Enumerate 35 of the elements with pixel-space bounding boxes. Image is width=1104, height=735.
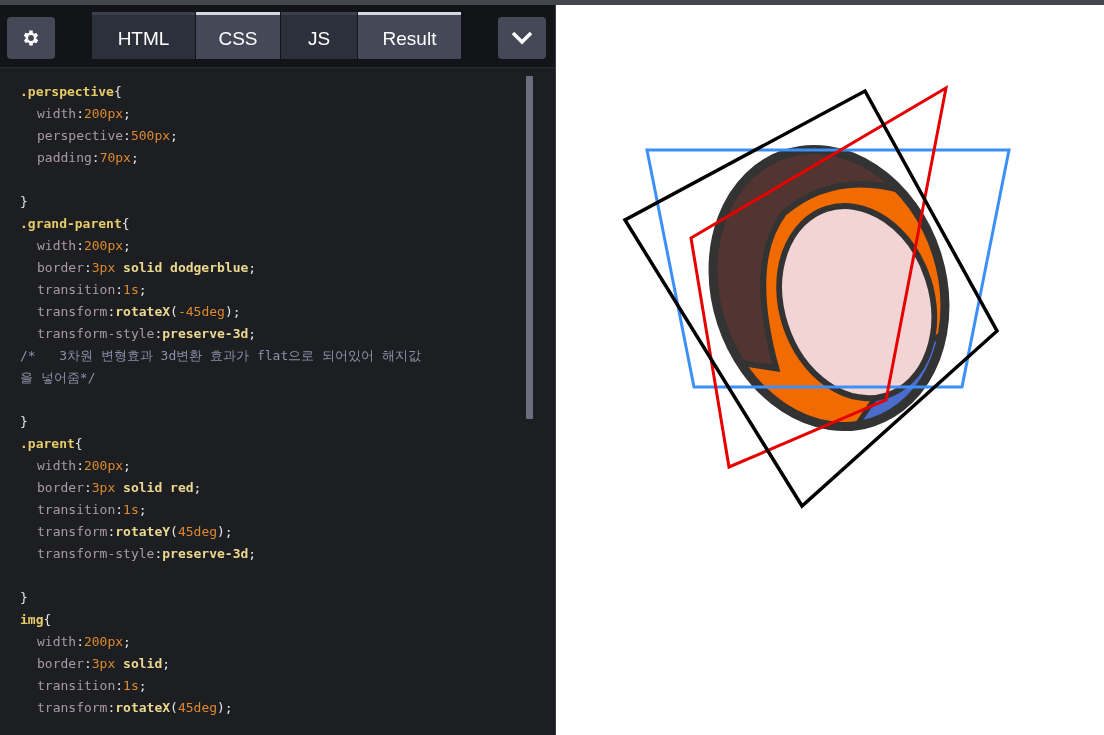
dropdown-button[interactable] [498, 17, 546, 59]
chevron-down-icon [511, 31, 533, 45]
code-line: } [20, 414, 28, 429]
code-line: transition:1s; [37, 282, 147, 297]
code-line: transform:rotateX(-45deg); [37, 304, 241, 319]
editor-tab[interactable]: Result [358, 12, 461, 59]
editor-tab[interactable]: CSS [196, 12, 280, 59]
code-line: border:3px solid; [37, 656, 171, 671]
code-line: transform:rotateX(45deg); [37, 700, 233, 715]
code-line: width:200px; [37, 106, 131, 121]
code-line: width:200px; [37, 458, 131, 473]
editor-tab[interactable]: HTML [92, 12, 195, 59]
code-line: } [20, 590, 28, 605]
code-line: transition:1s; [37, 502, 147, 517]
code-line: .perspective{ [20, 84, 122, 99]
settings-icon [21, 28, 41, 48]
code-line: transform-style:preserve-3d; [37, 326, 257, 341]
code-line: } [20, 194, 28, 209]
scrollbar[interactable] [526, 76, 533, 419]
code-line: 을 넣어줌*/ [20, 370, 96, 385]
code-line: padding:70px; [37, 150, 139, 165]
code-line: width:200px; [37, 634, 131, 649]
editor-tab[interactable]: JS [281, 12, 357, 59]
code-line: transition:1s; [37, 678, 147, 693]
code-line: img{ [20, 612, 52, 627]
code-line: border:3px solid dodgerblue; [37, 260, 257, 275]
code-line: /* 3차원 변형효과 3d변환 효과가 flat으로 되어있어 해지값 [20, 348, 421, 363]
code-line: transform-style:preserve-3d; [37, 546, 257, 561]
code-line: .parent{ [20, 436, 83, 451]
code-line: transform:rotateY(45deg); [37, 524, 233, 539]
code-line: perspective:500px; [37, 128, 178, 143]
code-line: .grand-parent{ [20, 216, 130, 231]
code-line: border:3px solid red; [37, 480, 202, 495]
code-line: width:200px; [37, 238, 131, 253]
settings-button[interactable] [7, 17, 55, 59]
